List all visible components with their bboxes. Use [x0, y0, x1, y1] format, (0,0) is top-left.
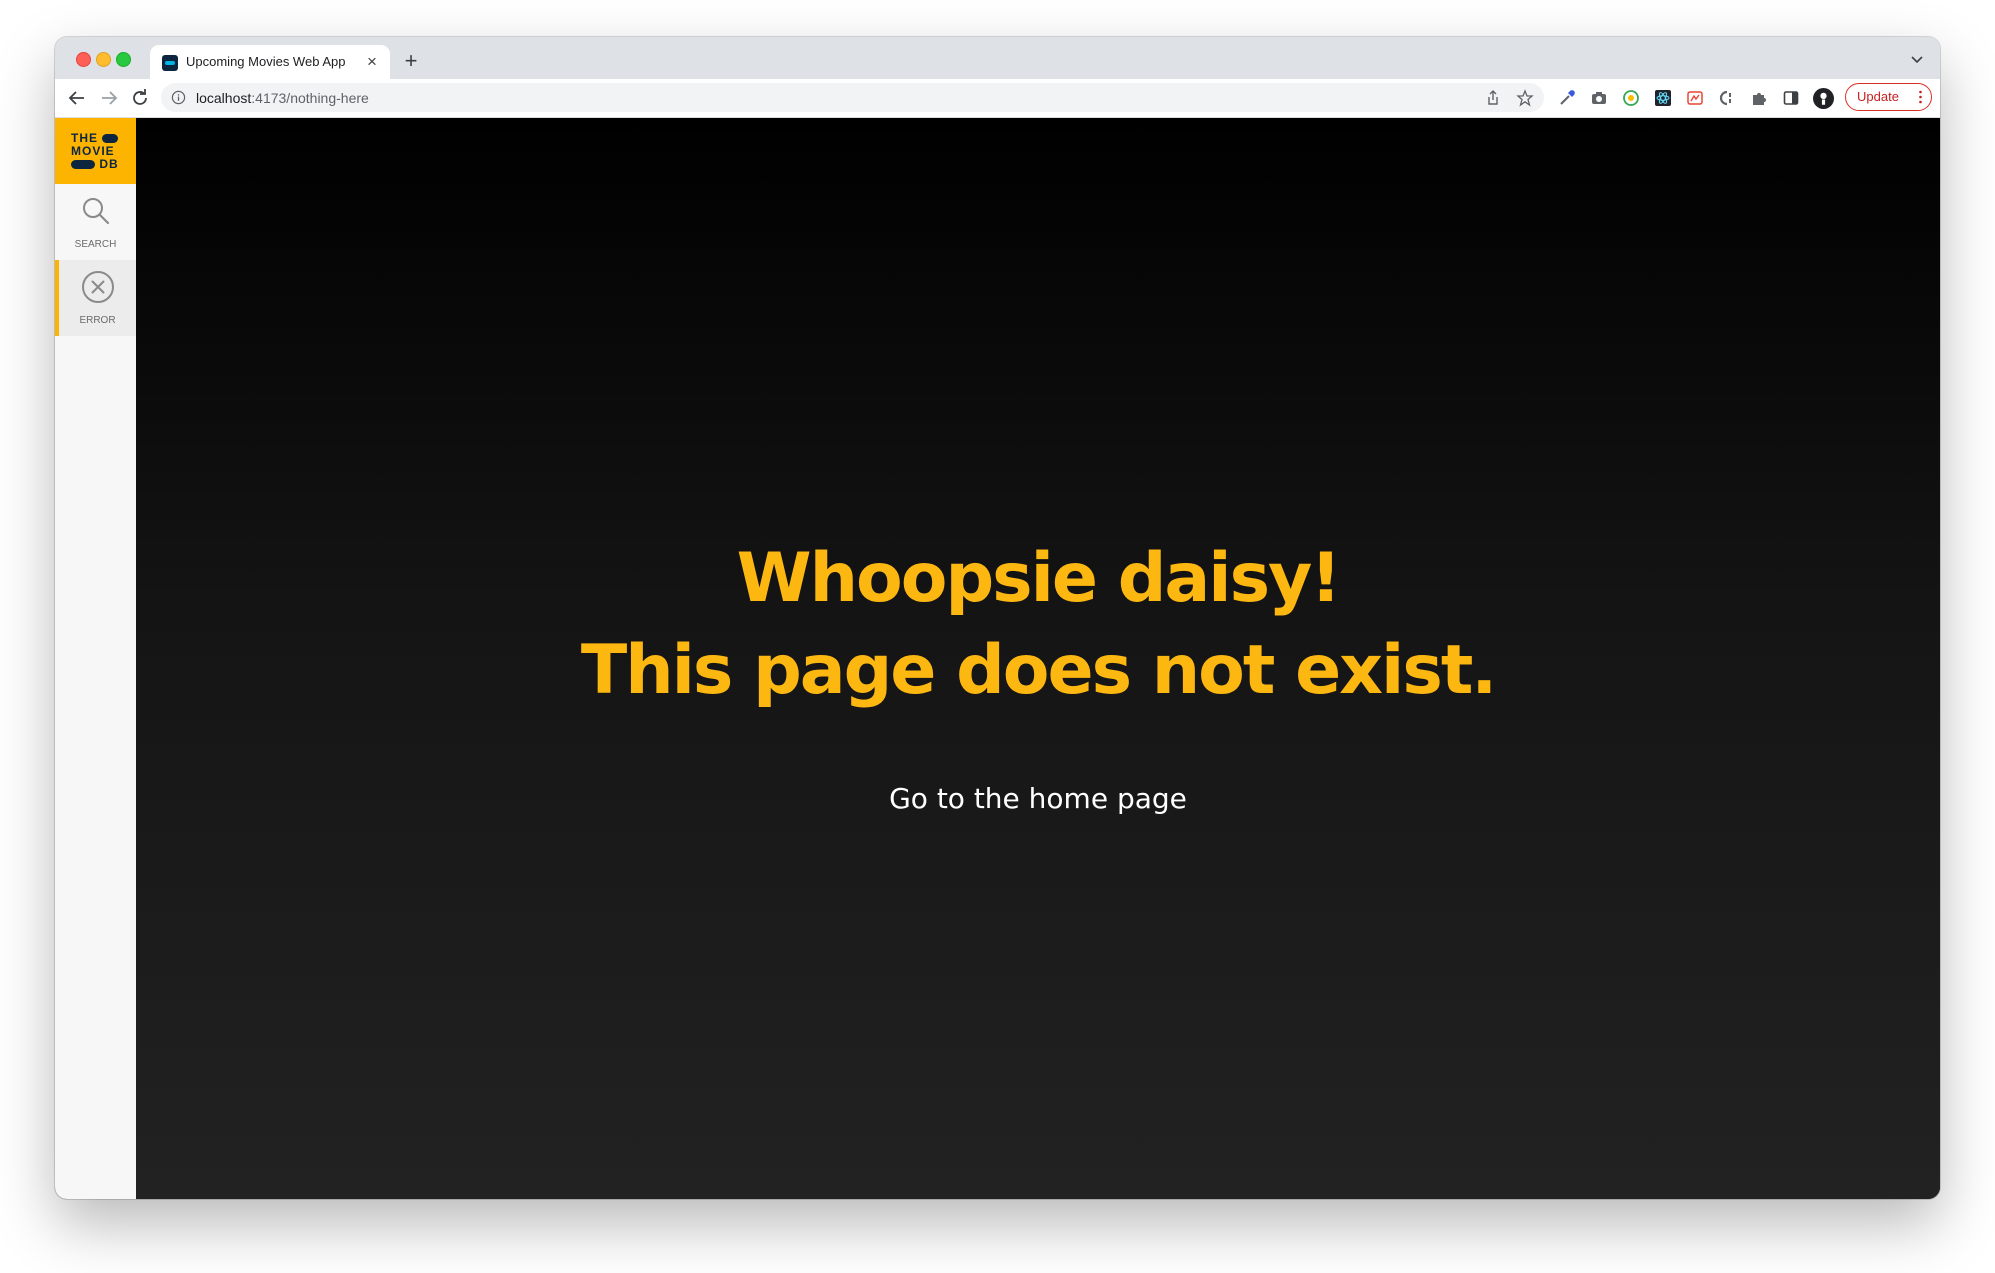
new-tab-button[interactable]: +	[400, 50, 422, 72]
maximize-window-button[interactable]	[116, 52, 131, 67]
back-arrow-icon[interactable]	[65, 86, 89, 110]
error-headline-line-2: This page does not exist.	[580, 631, 1497, 710]
close-window-button[interactable]	[76, 52, 91, 67]
bookmark-star-icon[interactable]	[1516, 89, 1534, 107]
forward-arrow-icon[interactable]	[97, 86, 121, 110]
sidebar-item-label: SEARCH	[74, 239, 117, 250]
sidebar-item-search[interactable]: SEARCH	[55, 184, 136, 260]
sidebar: THE MOVIE DB SEARCH ERROR	[55, 118, 136, 1199]
eyedropper-icon[interactable]	[1558, 89, 1576, 107]
reload-icon[interactable]	[128, 86, 152, 110]
url-text: localhost:4173/nothing-here	[196, 90, 369, 106]
info-icon[interactable]	[171, 90, 186, 105]
sidebar-item-error[interactable]: ERROR	[55, 260, 136, 336]
chevron-down-icon[interactable]	[1908, 50, 1926, 68]
sidebar-item-label: ERROR	[79, 315, 116, 326]
logo-text: THE MOVIE DB	[71, 132, 119, 171]
search-icon	[82, 198, 109, 225]
side-panel-icon[interactable]	[1782, 89, 1800, 107]
logo-line-1: THE	[71, 131, 98, 145]
error-headline: Whoopsie daisy! This page does not exist…	[136, 533, 1940, 717]
main-content: Whoopsie daisy! This page does not exist…	[136, 118, 1940, 1199]
address-bar[interactable]: localhost:4173/nothing-here	[161, 83, 1544, 112]
more-vertical-icon[interactable]	[1919, 90, 1922, 104]
url-host: localhost	[196, 90, 252, 106]
share-icon[interactable]	[1484, 89, 1502, 107]
tmdb-favicon-icon	[162, 55, 178, 71]
extension-green-icon[interactable]	[1622, 89, 1640, 107]
puzzle-icon[interactable]	[1750, 89, 1768, 107]
update-label: Update	[1857, 89, 1899, 104]
url-path: :4173/nothing-here	[251, 90, 369, 106]
extension-red-icon[interactable]	[1686, 89, 1704, 107]
close-circle-icon	[81, 271, 114, 303]
camera-icon[interactable]	[1590, 89, 1608, 107]
update-button[interactable]: Update	[1845, 83, 1932, 111]
react-devtools-icon[interactable]	[1654, 89, 1672, 107]
profile-avatar-icon[interactable]	[1813, 88, 1834, 109]
close-icon[interactable]: ×	[362, 52, 382, 72]
page-viewport: THE MOVIE DB SEARCH ERROR Whoopsie daisy…	[55, 118, 1940, 1199]
tab-strip: Upcoming Movies Web App × +	[55, 37, 1940, 79]
logo-line-3: DB	[99, 157, 119, 171]
home-page-link[interactable]: Go to the home page	[136, 782, 1940, 815]
browser-toolbar: localhost:4173/nothing-here Update	[55, 79, 1940, 118]
minimize-window-button[interactable]	[96, 52, 111, 67]
tmdb-logo[interactable]: THE MOVIE DB	[55, 118, 136, 184]
extension-cf-icon[interactable]	[1718, 89, 1736, 107]
tab-title: Upcoming Movies Web App	[186, 54, 346, 69]
error-headline-line-1: Whoopsie daisy!	[736, 539, 1342, 618]
browser-window: Upcoming Movies Web App × + localhost:41…	[55, 37, 1940, 1199]
browser-tab[interactable]: Upcoming Movies Web App ×	[150, 45, 390, 79]
